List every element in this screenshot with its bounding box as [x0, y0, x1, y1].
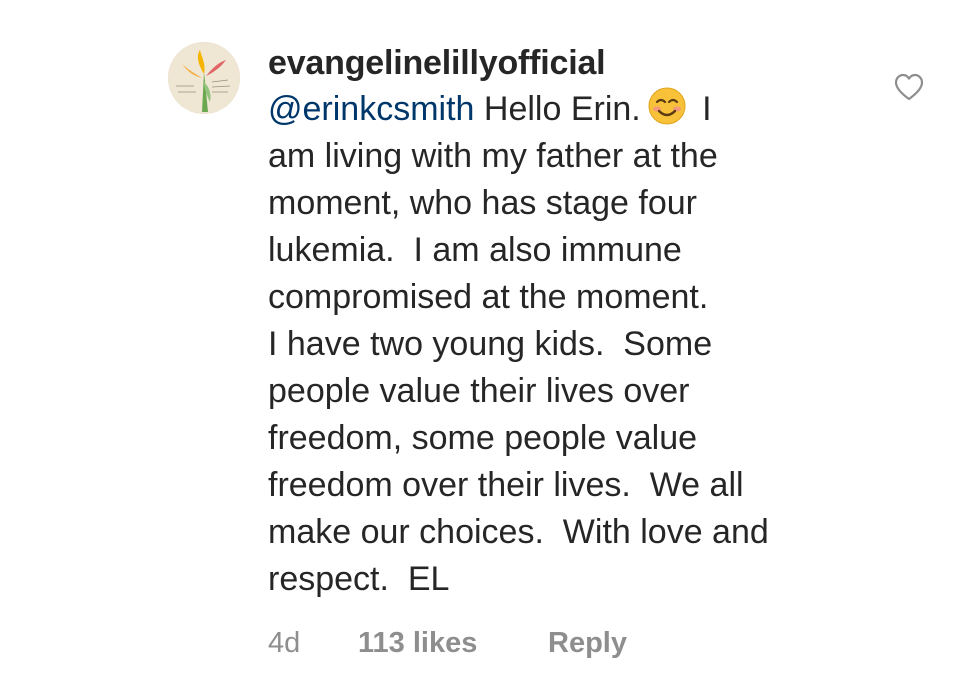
- comment-line: am living with my father at the: [268, 137, 718, 175]
- mention-link[interactable]: @erinkcsmith: [268, 90, 474, 128]
- comment-username[interactable]: evangelinelillyofficial: [268, 40, 868, 86]
- comment-body: evangelinelillyofficial @erinkcsmith Hel…: [268, 40, 868, 603]
- comment-line: moment, who has stage four: [268, 184, 698, 222]
- comment-line: compromised at the moment.: [268, 278, 709, 316]
- reply-button[interactable]: Reply: [548, 623, 627, 663]
- avatar-art: [168, 42, 240, 114]
- comment-line: make our choices. With love and: [268, 513, 769, 551]
- comment-line: freedom over their lives. We all: [268, 466, 744, 504]
- heart-outline-icon[interactable]: [893, 72, 925, 102]
- likes-count[interactable]: 113 likes: [358, 623, 548, 663]
- comment-line: lukemia. I am also immune: [268, 231, 682, 269]
- comment-timestamp: 4d: [268, 627, 301, 659]
- comment-text-segment: I: [692, 90, 712, 128]
- comment-line-1: @erinkcsmith Hello Erin. I: [268, 86, 868, 133]
- comment-line: respect. EL: [268, 560, 450, 598]
- comment-meta: 4d 113 likes Reply: [268, 623, 627, 663]
- avatar[interactable]: [168, 42, 240, 114]
- comment-text-segment: Hello Erin.: [474, 90, 641, 128]
- comment-line: freedom, some people value: [268, 419, 698, 457]
- comment-text: @erinkcsmith Hello Erin. I am living wit…: [268, 86, 868, 603]
- comment-item: evangelinelillyofficial @erinkcsmith Hel…: [0, 0, 980, 687]
- comment-line: I have two young kids. Some: [268, 325, 713, 363]
- smiling-face-icon: [647, 86, 687, 126]
- comment-line: people value their lives over: [268, 372, 690, 410]
